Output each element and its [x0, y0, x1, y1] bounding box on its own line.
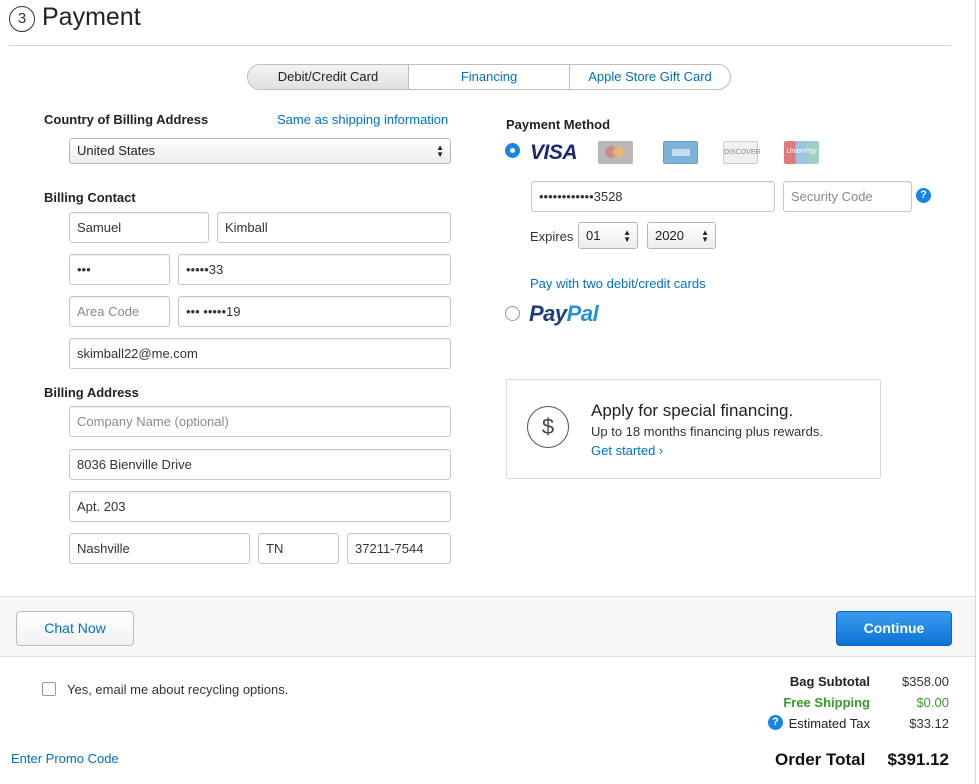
phone-number-field[interactable]: •••••33	[178, 254, 451, 285]
area-code-field[interactable]: Area Code	[69, 296, 170, 327]
apartment-field[interactable]: Apt. 203	[69, 491, 451, 522]
expiry-year-select[interactable]: 2020 ▲ ▼	[647, 222, 716, 249]
step-number-badge: 3	[9, 6, 35, 32]
company-name-field[interactable]: Company Name (optional)	[69, 406, 451, 437]
financing-promo-card: $ Apply for special financing. Up to 18 …	[506, 379, 881, 479]
paypal-logo-part1: Pay	[529, 301, 567, 326]
billing-address-label: Billing Address	[44, 385, 139, 400]
same-as-shipping-link[interactable]: Same as shipping information	[277, 112, 448, 127]
get-started-link[interactable]: Get started ›	[591, 443, 663, 458]
order-total-label: Order Total	[775, 750, 866, 769]
payment-type-tabs: Debit/Credit Card Financing Apple Store …	[247, 64, 731, 90]
dollar-icon: $	[527, 406, 569, 448]
recycling-checkbox[interactable]	[42, 682, 56, 696]
card-number-field[interactable]: ••••••••••••3528	[531, 181, 775, 212]
tab-financing[interactable]: Financing	[408, 65, 569, 89]
header-divider	[9, 45, 951, 46]
financing-title: Apply for special financing.	[591, 401, 794, 420]
security-code-field[interactable]: Security Code	[783, 181, 912, 212]
last-name-field[interactable]: Kimball	[217, 212, 451, 243]
financing-subtitle: Up to 18 months financing plus rewards.	[591, 424, 823, 439]
chat-now-button[interactable]: Chat Now	[16, 611, 134, 646]
amex-logo-icon	[663, 141, 698, 164]
enter-promo-code-link[interactable]: Enter Promo Code	[11, 751, 119, 766]
tab-gift-card[interactable]: Apple Store Gift Card	[569, 65, 730, 89]
expires-label: Expires	[530, 229, 574, 244]
visa-logo-icon: VISA	[530, 141, 578, 164]
first-name-field[interactable]: Samuel	[69, 212, 209, 243]
city-field[interactable]: Nashville	[69, 533, 250, 564]
pay-with-two-cards-link[interactable]: Pay with two debit/credit cards	[530, 276, 706, 291]
bag-subtotal-value: $358.00	[902, 674, 949, 689]
select-arrows-icon: ▲ ▼	[623, 227, 631, 244]
country-select[interactable]: United States ▲ ▼	[69, 138, 451, 164]
secondary-phone-field[interactable]: ••• •••••19	[178, 296, 451, 327]
country-label: Country of Billing Address	[44, 112, 209, 127]
unionpay-logo-icon: UnionPay	[784, 141, 819, 164]
expiry-month-select[interactable]: 01 ▲ ▼	[578, 222, 638, 249]
order-total-value: $391.12	[887, 750, 949, 769]
zip-field[interactable]: 37211-7544	[347, 533, 451, 564]
country-select-value: United States	[77, 143, 156, 158]
expiry-month-value: 01	[586, 228, 601, 243]
discover-logo-icon: DISCOVER	[723, 141, 761, 164]
expiry-year-value: 2020	[655, 228, 684, 243]
security-code-help-icon[interactable]: ?	[916, 188, 931, 203]
select-arrows-icon: ▲ ▼	[701, 227, 709, 244]
action-bar	[0, 596, 975, 657]
shipping-label: Free Shipping	[783, 695, 870, 710]
estimated-tax-value: $33.12	[909, 716, 949, 731]
page-title: Payment	[42, 3, 141, 31]
state-field[interactable]: TN	[258, 533, 339, 564]
street-address-field[interactable]: 8036 Bienville Drive	[69, 449, 451, 480]
paypal-logo-part2: Pal	[566, 301, 599, 326]
recycling-checkbox-label: Yes, email me about recycling options.	[67, 682, 289, 697]
continue-button[interactable]: Continue	[836, 611, 952, 646]
billing-contact-label: Billing Contact	[44, 190, 136, 205]
paypal-radio[interactable]	[505, 306, 520, 321]
mastercard-logo-icon	[598, 141, 633, 164]
email-field[interactable]: skimball22@me.com	[69, 338, 451, 369]
phone-area-field[interactable]: •••	[69, 254, 170, 285]
bag-subtotal-label: Bag Subtotal	[789, 674, 870, 689]
card-radio[interactable]	[505, 143, 520, 158]
page-right-border	[975, 0, 976, 784]
select-arrows-icon: ▲ ▼	[436, 143, 444, 159]
paypal-logo-icon: PayPal	[529, 301, 599, 327]
payment-method-label: Payment Method	[506, 117, 611, 132]
shipping-value: $0.00	[916, 695, 949, 710]
tab-debit-credit-card[interactable]: Debit/Credit Card	[248, 65, 408, 89]
estimated-tax-label: Estimated Tax	[788, 716, 870, 731]
